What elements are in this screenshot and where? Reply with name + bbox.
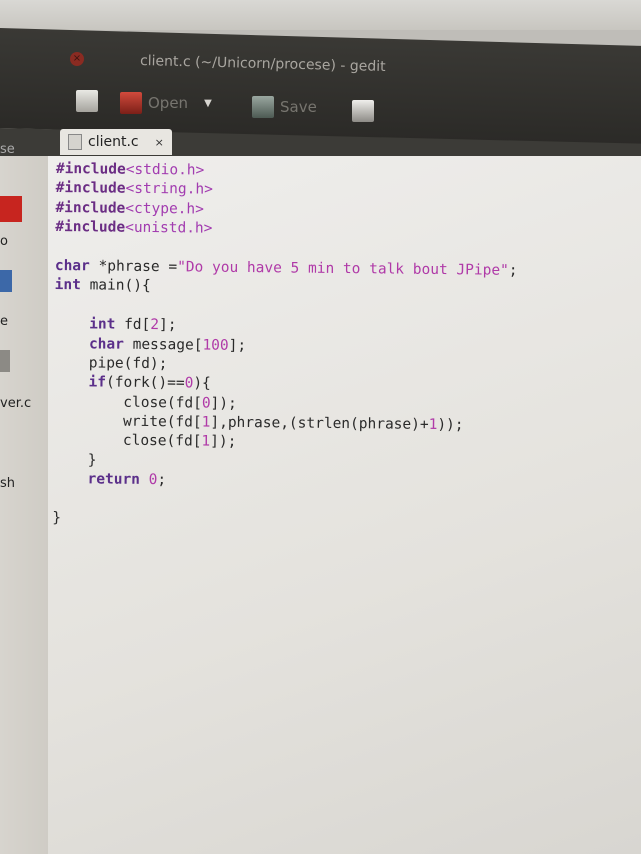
side-panel-item[interactable]: ver.c [0,396,31,411]
code-token: if [53,374,107,391]
code-token: pipe(fd); [53,354,168,373]
code-token: 1 [201,434,211,451]
code-token: } [52,510,62,527]
code-token: <unistd.h> [125,219,213,237]
code-token: ]; [228,337,247,354]
code-token: #include [55,180,126,198]
code-token: ]); [210,395,237,412]
document-icon [68,134,82,150]
code-token: write(fd[ [53,413,202,431]
code-token: close(fd[ [53,393,202,412]
code-token: *phrase = [89,258,178,276]
tab-close-icon[interactable]: × [155,136,164,149]
window-close-button[interactable]: × [70,52,84,66]
code-token: ; [157,472,167,489]
side-panel-item[interactable]: sh [0,476,15,491]
code-token: 2 [150,317,160,334]
code-token: <string.h> [125,181,213,199]
open-button-label: Open [148,94,189,112]
tab-label: client.c [88,134,139,150]
code-token: } [52,451,97,469]
code-token: ],phrase,(strlen(phrase)+ [210,414,429,433]
save-button-label: Save [280,98,317,116]
save-button[interactable]: Save [252,96,317,118]
code-token: <ctype.h> [125,200,204,218]
side-panel-item[interactable]: e [0,314,8,329]
code-view[interactable]: #include<stdio.h> #include<string.h> #incl… [52,160,519,533]
tab-client-c[interactable]: client.c × [60,129,172,155]
code-token: <stdio.h> [125,161,205,179]
code-token: (fork()== [105,374,185,392]
code-token: close(fd[ [52,432,202,451]
code-token: )); [437,417,464,434]
code-token: fd[ [115,316,151,334]
code-token: #include [55,160,126,178]
code-token: 0 [201,395,211,412]
code-token: return [52,471,141,489]
code-token: ){ [193,375,211,392]
code-token: 1 [201,414,211,431]
desktop-top-strip [0,0,641,30]
print-button[interactable] [352,100,374,122]
new-document-icon [76,90,98,112]
side-file-icon [0,350,10,372]
open-dropdown-icon[interactable]: ▼ [204,98,212,109]
code-token: main(){ [80,277,151,295]
code-token: char [54,257,90,275]
code-token: ]); [210,434,237,451]
side-panel-item[interactable]: se [0,142,15,157]
code-token: ; [508,262,518,279]
code-token: "Do you have 5 min to talk bout JPipe" [177,259,509,279]
code-token: 0 [148,472,158,489]
code-token: ]; [158,317,177,334]
side-file-icon [0,270,12,292]
code-token: int [54,277,81,294]
code-token: 100 [202,337,229,354]
side-panel: se o e ver.c sh [0,142,48,854]
code-token: 1 [428,416,438,434]
code-token: int [54,316,116,333]
open-button[interactable]: Open ▼ [120,92,212,114]
code-token: char [53,335,125,353]
side-file-icon [0,196,22,222]
code-token: 0 [184,375,194,392]
open-folder-icon [120,92,142,114]
code-token: message[ [123,336,203,354]
code-token: #include [55,199,126,217]
save-icon [252,96,274,118]
new-document-button[interactable] [76,90,98,112]
print-icon [352,100,374,122]
side-panel-item[interactable]: o [0,234,8,249]
code-token: #include [55,219,126,236]
